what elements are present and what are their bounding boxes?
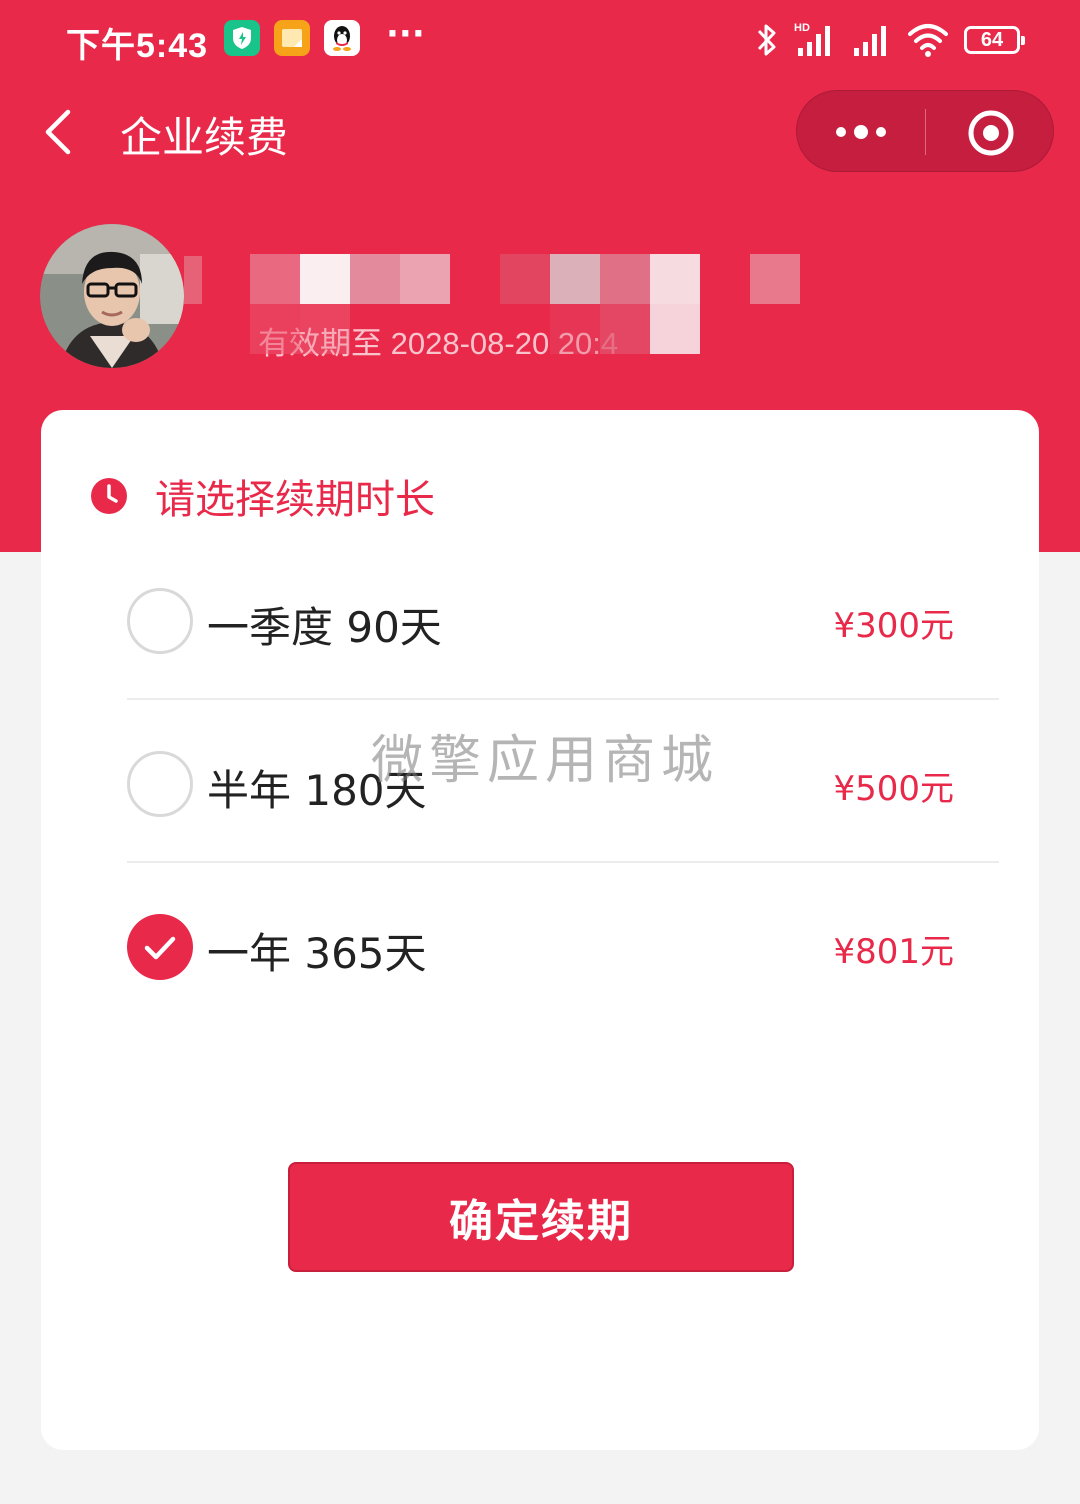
- page-title: 企业续费: [120, 113, 289, 162]
- radio-unchecked[interactable]: [127, 588, 193, 654]
- divider: [127, 698, 999, 700]
- capsule-divider: [925, 109, 926, 155]
- blurred-area: [184, 256, 202, 304]
- close-miniprogram-button[interactable]: [967, 109, 1015, 157]
- status-time: 下午5:43: [66, 27, 209, 65]
- option-price: ¥801元: [833, 932, 954, 972]
- option-label: 一季度 90天: [207, 603, 442, 652]
- option-label: 一年 365天: [207, 929, 427, 978]
- option-price: ¥300元: [833, 606, 954, 646]
- more-notifications-icon: ···: [386, 14, 425, 54]
- option-label: 半年 180天: [207, 766, 427, 815]
- more-menu-button[interactable]: [831, 113, 891, 151]
- notes-app-icon: [274, 20, 310, 56]
- battery-indicator: 64: [964, 26, 1025, 54]
- signal-icon: [854, 26, 886, 56]
- status-bar: 下午5:43 ··· HD 64: [0, 0, 1080, 80]
- section-title: 请选择续期时长: [155, 477, 435, 523]
- security-app-icon: [224, 20, 260, 56]
- option-half-year[interactable]: 半年 180天 ¥500元: [127, 751, 999, 911]
- bluetooth-icon: [757, 24, 776, 56]
- wifi-icon: [908, 24, 948, 57]
- clock-icon: [91, 478, 127, 514]
- section-header: 请选择续期时长: [89, 474, 435, 523]
- target-close-icon: [968, 110, 1014, 156]
- back-arrow-icon: [45, 109, 71, 155]
- divider: [127, 861, 999, 863]
- back-button[interactable]: [36, 100, 86, 164]
- signal-hd-icon: HD: [794, 22, 830, 56]
- avatar: [40, 224, 184, 368]
- radio-unchecked[interactable]: [127, 751, 193, 817]
- option-quarter[interactable]: 一季度 90天 ¥300元: [127, 588, 999, 748]
- confirm-renewal-button[interactable]: 确定续期: [288, 1162, 794, 1272]
- radio-checked[interactable]: [127, 914, 193, 980]
- qq-app-icon: [324, 20, 360, 56]
- option-one-year[interactable]: 一年 365天 ¥801元: [127, 914, 999, 1074]
- renewal-card: 请选择续期时长 一季度 90天 ¥300元 半年 180天 ¥500元 一年 3…: [41, 410, 1039, 1450]
- miniprogram-capsule: [796, 90, 1054, 172]
- option-price: ¥500元: [833, 769, 954, 809]
- checkmark-icon: [144, 936, 176, 960]
- more-dots-icon: [836, 125, 886, 139]
- svg-text:HD: HD: [794, 22, 810, 34]
